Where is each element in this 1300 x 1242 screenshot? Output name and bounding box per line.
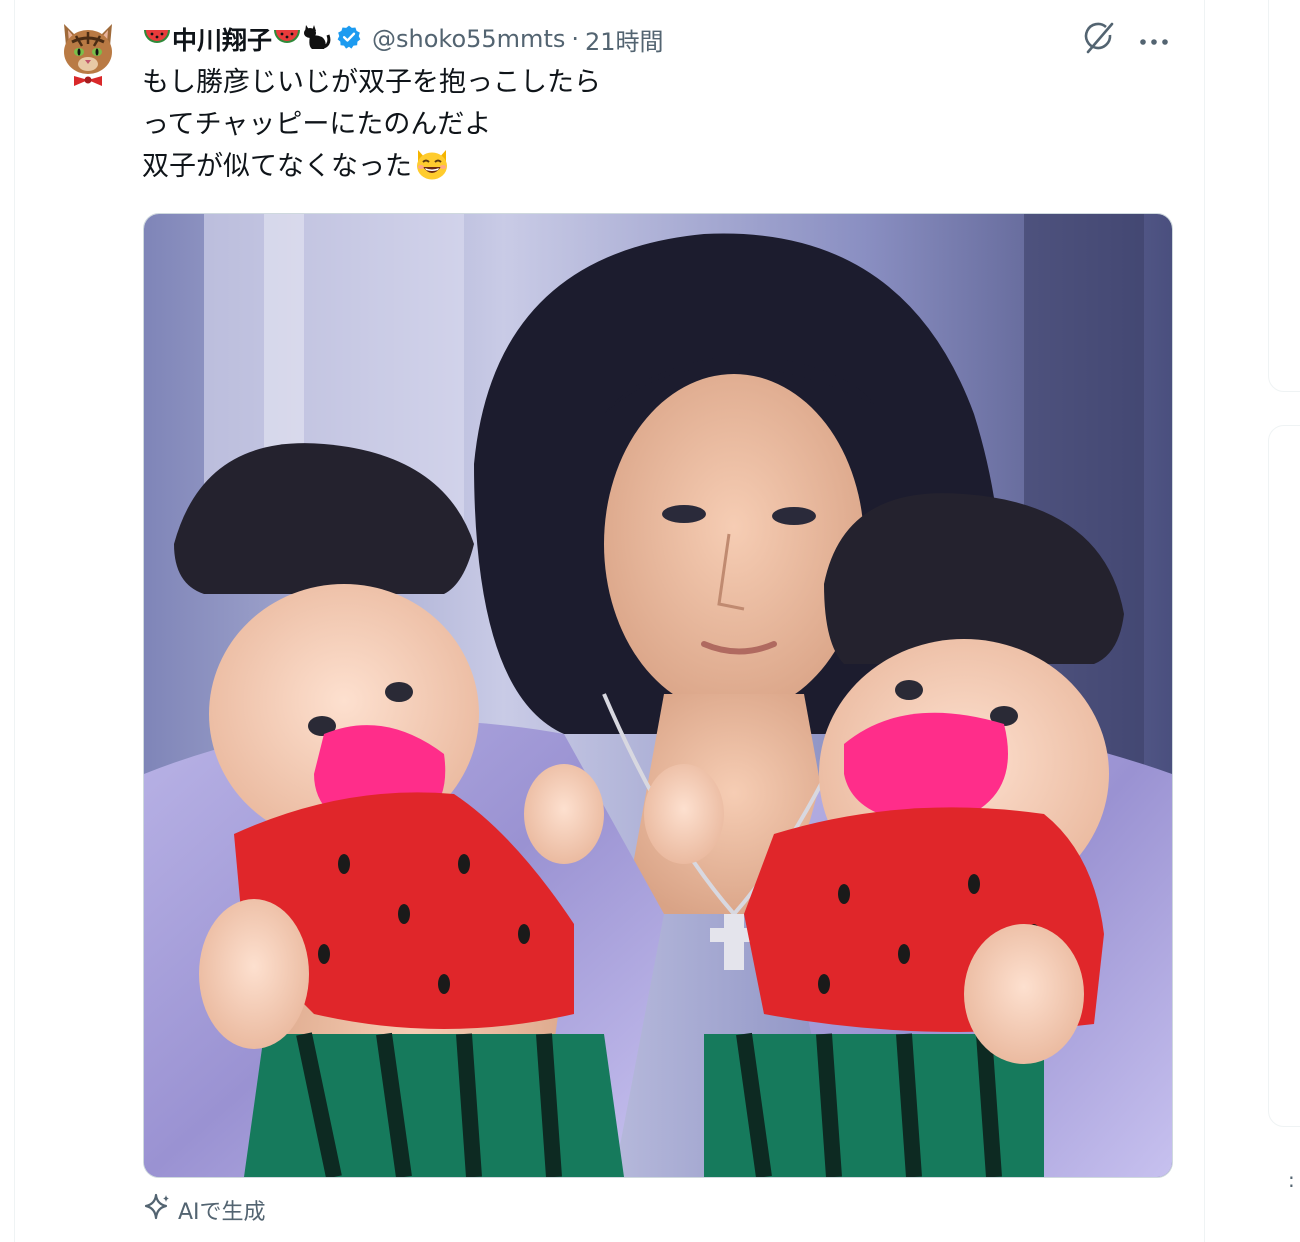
more-button[interactable]: [1133, 19, 1175, 61]
tweet-text: もし勝彦じいじが双子を抱っこしたら ってチャッピーにたのんだよ 双子が似てなくな…: [142, 62, 1162, 194]
user-handle[interactable]: @shoko55mmts: [372, 25, 565, 53]
more-icon: [1139, 31, 1169, 50]
watermelon-icon: [272, 26, 302, 52]
display-name[interactable]: 中川翔子: [172, 21, 272, 57]
grok-button[interactable]: [1078, 19, 1120, 61]
verified-badge-icon[interactable]: [336, 24, 362, 54]
watermelon-icon: [142, 26, 172, 52]
cat-avatar-icon[interactable]: [58, 20, 118, 88]
tweet-media-image[interactable]: [143, 213, 1173, 1178]
sidebar-edge-glyph: :: [1288, 1168, 1295, 1192]
ai-generated-label[interactable]: AIで生成: [142, 1193, 266, 1227]
sparkle-icon: [142, 1192, 172, 1228]
grok-icon: [1082, 21, 1116, 59]
tweet-line-with-emoji: 双子が似てなくなった: [142, 146, 1162, 194]
black-cat-icon: [302, 22, 332, 56]
sidebar-card: [1268, 425, 1300, 1127]
header-separator: ·: [571, 25, 579, 53]
tweet-line: ってチャッピーにたのんだよ: [142, 109, 492, 140]
tweet-line-text: 双子が似てなくなった: [142, 151, 412, 182]
tweet-header: 中川翔子 @shoko55mmts · 21時間: [142, 20, 664, 58]
sidebar-card: [1268, 0, 1300, 392]
ai-label-text: AIで生成: [178, 1200, 266, 1225]
tweet-timestamp[interactable]: 21時間: [585, 22, 664, 57]
grinning-cat-icon: [414, 147, 450, 194]
tweet-line: もし勝彦じいじが双子を抱っこしたら: [142, 67, 601, 98]
